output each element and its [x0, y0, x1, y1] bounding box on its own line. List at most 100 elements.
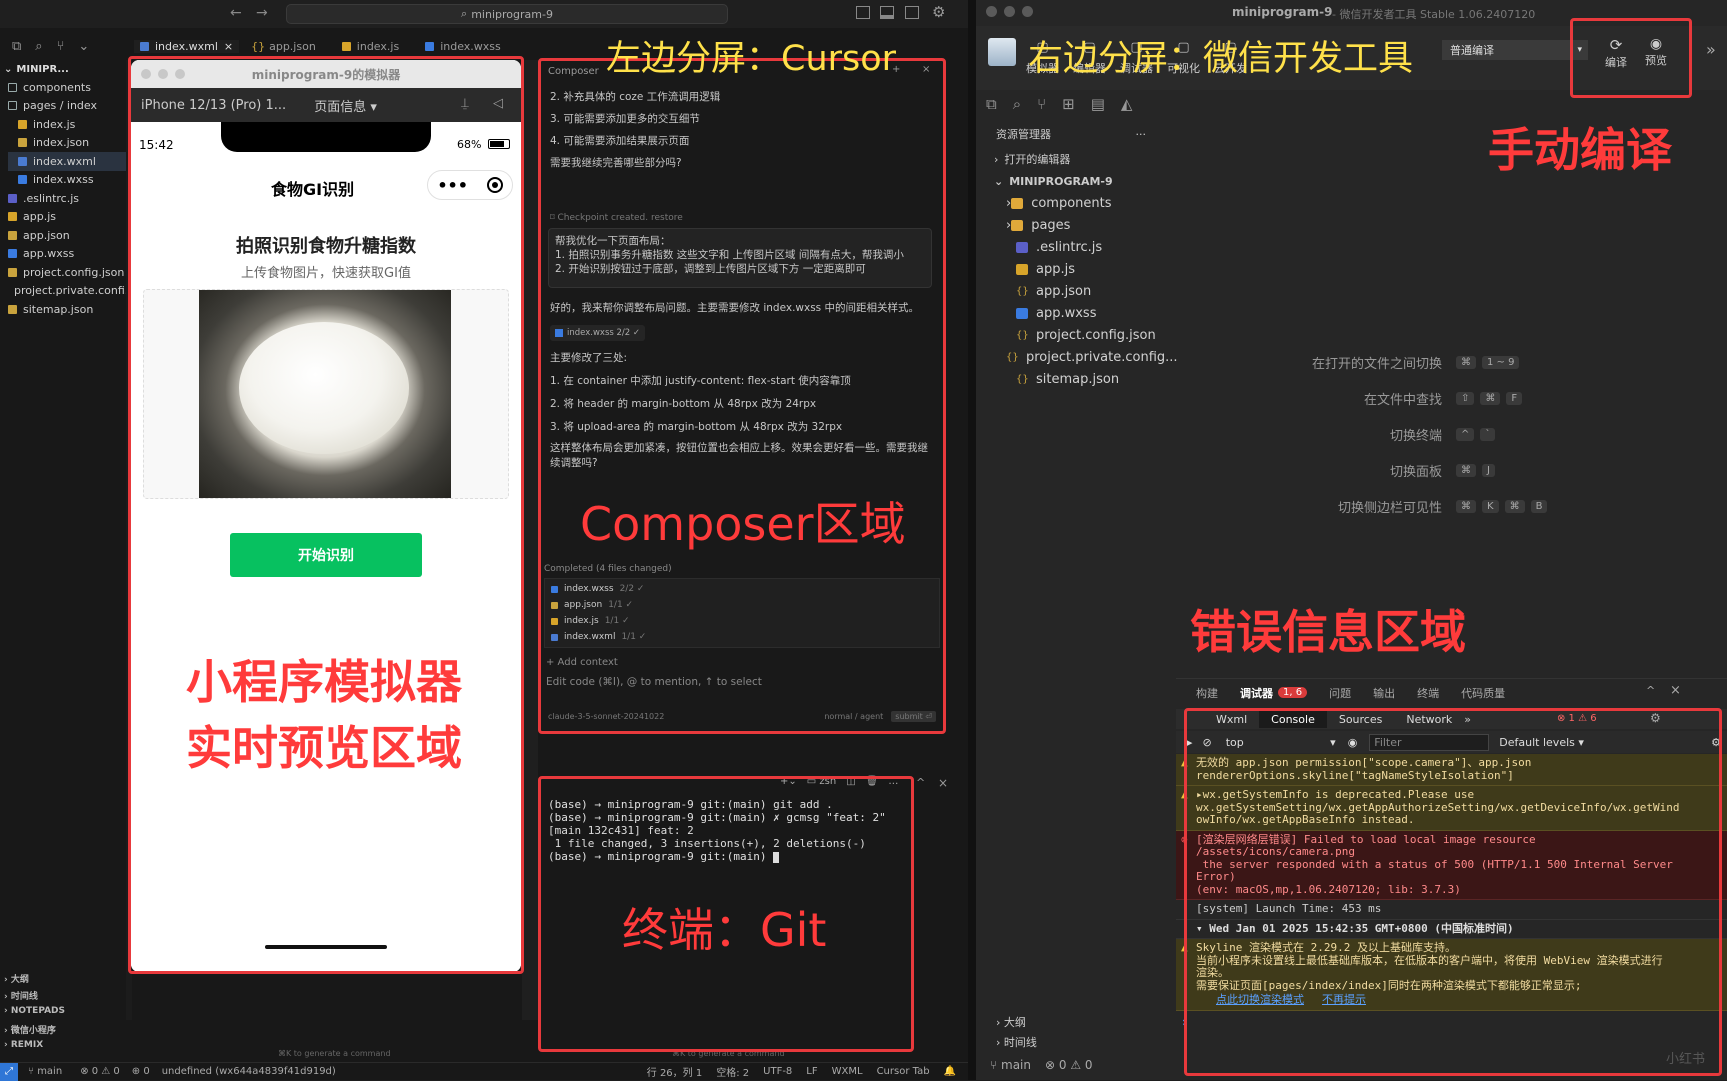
search-icon[interactable]: ⌕	[1013, 95, 1021, 113]
compile-mode-select[interactable]: 普通编译 ▾	[1442, 40, 1588, 60]
project-tree-item[interactable]: app.js	[1006, 258, 1176, 280]
project-tree-item[interactable]: {} app.json	[1006, 280, 1176, 302]
language-status[interactable]: WXML	[832, 1066, 863, 1077]
explorer-item[interactable]: project.config.json	[8, 263, 130, 282]
cursor-position[interactable]: 行 26，列 1	[647, 1064, 702, 1079]
explorer-item[interactable]: app.wxss	[8, 245, 130, 264]
explorer-section[interactable]: › NOTEPADS	[0, 1006, 130, 1023]
project-tree-item[interactable]: › pages	[1006, 214, 1176, 236]
project-section[interactable]: ⌄ MINIPROGRAM-9	[976, 170, 1176, 192]
explorer-item[interactable]: index.js	[8, 115, 130, 134]
bottom-tab[interactable]: 构建	[1196, 685, 1218, 701]
files-icon[interactable]: ⧉	[986, 95, 997, 113]
appid-status[interactable]: undefined (wx644a4839f41d919d)	[162, 1066, 336, 1077]
json-file-icon	[18, 138, 27, 148]
encoding-status[interactable]: UTF-8	[763, 1066, 792, 1077]
panel-maximize-icon[interactable]: ^	[1646, 684, 1655, 697]
explorer-item[interactable]: app.js	[8, 208, 130, 227]
indent-status[interactable]: 空格: 2	[716, 1064, 749, 1079]
explorer-item[interactable]: components	[8, 78, 130, 97]
project-tree-item[interactable]: › components	[1006, 192, 1176, 214]
chevron-down-icon[interactable]: ⌄	[78, 39, 89, 54]
panel-maximize-icon[interactable]: ^	[916, 776, 925, 789]
explorer-item[interactable]: sitemap.json	[8, 300, 130, 319]
explorer-item[interactable]: index.wxss	[8, 171, 130, 190]
eol-status[interactable]: LF	[806, 1066, 817, 1077]
problems-status[interactable]: ⊗ 0 ⚠ 0	[1045, 1058, 1093, 1072]
wxml-file-icon	[140, 41, 149, 51]
settings-gear-icon[interactable]: ⚙	[932, 3, 945, 21]
explorer-section[interactable]: › 时间线	[996, 1034, 1037, 1054]
shortcut-key: K	[1482, 499, 1499, 513]
branch-status[interactable]: ⑂ main	[28, 1066, 62, 1077]
project-tree-item[interactable]: {} project.config.json	[1006, 324, 1176, 346]
panel-close-icon[interactable]: ×	[938, 776, 948, 790]
explorer-root[interactable]: ⌄ MINIPR...	[0, 60, 130, 78]
source-control-icon[interactable]: ⑂	[1037, 95, 1046, 113]
files-icon[interactable]: ⧉	[12, 39, 21, 54]
docker-icon[interactable]: ◭	[1121, 95, 1133, 113]
panel-icon[interactable]	[880, 6, 894, 19]
remote-icon[interactable]: ⤢	[0, 1062, 18, 1081]
close-icon[interactable]: ×	[224, 40, 233, 53]
explorer-item-label: sitemap.json	[23, 302, 94, 316]
storage-icon[interactable]: ▤	[1091, 95, 1105, 113]
bottom-tab[interactable]: 终端	[1417, 685, 1439, 701]
bottom-tab[interactable]: 代码质量	[1461, 685, 1505, 701]
explorer-item-label: app.js	[23, 210, 56, 224]
explorer-item-label: index.json	[33, 136, 90, 150]
tab-index-wxss[interactable]: index.wxss	[425, 40, 501, 53]
split-divider[interactable]	[968, 0, 976, 1080]
tab-index-js[interactable]: index.js	[341, 40, 399, 53]
explorer-section[interactable]: › 时间线	[0, 989, 130, 1006]
window-max-dot[interactable]	[1022, 6, 1033, 17]
problems-status[interactable]: ⊗ 0 ⚠ 0	[80, 1066, 120, 1077]
explorer-item[interactable]: app.json	[8, 226, 130, 245]
window-min-dot[interactable]	[1004, 6, 1015, 17]
forward-arrow-icon[interactable]: →	[256, 5, 268, 21]
avatar[interactable]	[988, 38, 1016, 66]
bottom-tab[interactable]: 问题	[1329, 685, 1351, 701]
explorer-section-label: 大纲	[1003, 1016, 1026, 1029]
open-editors-section[interactable]: › 打开的编辑器	[976, 148, 1176, 170]
explorer-section[interactable]: › 大纲	[0, 972, 130, 989]
bell-icon[interactable]: 🔔	[944, 1066, 956, 1077]
cursor-titlebar: ← → ⌕ miniprogram-9 ⚙	[0, 0, 968, 28]
explorer-item[interactable]: .eslintrc.js	[8, 189, 130, 208]
ports-status[interactable]: ⊕ 0	[132, 1066, 150, 1077]
shortcut-row: 切换终端 ^ `	[1176, 416, 1596, 452]
eslint-file-icon	[1016, 241, 1028, 253]
bottom-tab[interactable]: 调试器	[1240, 685, 1273, 701]
window-close-dot[interactable]	[986, 6, 997, 17]
tab-index-wxml[interactable]: index.wxml ×	[134, 39, 240, 53]
project-tree-item[interactable]: app.wxss	[1006, 302, 1176, 324]
more-chevron-icon[interactable]: »	[1706, 40, 1716, 59]
project-tree-item[interactable]: {} sitemap.json	[1006, 368, 1176, 390]
branch-status[interactable]: ⑂ main	[990, 1058, 1031, 1072]
tab-app-json[interactable]: {} app.json	[251, 40, 316, 53]
search-icon[interactable]: ⌕	[35, 39, 42, 54]
json-file-icon: {}	[1016, 285, 1029, 297]
more-icon[interactable]: ···	[1136, 128, 1147, 141]
explorer-section[interactable]: › 大纲	[996, 1014, 1037, 1034]
project-tree-item[interactable]: {} project.private.config...	[1006, 346, 1178, 368]
command-center[interactable]: ⌕ miniprogram-9	[286, 4, 728, 24]
bottom-tab[interactable]: 输出	[1373, 685, 1395, 701]
panel-close-icon[interactable]: ×	[1670, 683, 1681, 698]
manual-compile-annotation: 手动编译	[1488, 123, 1672, 177]
explorer-section[interactable]: › 微信小程序	[0, 1023, 130, 1040]
source-control-icon[interactable]: ⑂	[57, 39, 65, 54]
project-tree-item[interactable]: .eslintrc.js	[1006, 236, 1176, 258]
shortcut-row: 在文件中查找 ⇧ ⌘ F	[1176, 380, 1596, 416]
layout-icon[interactable]	[856, 6, 870, 19]
extensions-icon[interactable]: ⊞	[1062, 95, 1075, 113]
json-file-icon: {}	[1016, 329, 1029, 341]
explorer-section[interactable]: › REMIX	[0, 1040, 130, 1057]
explorer-item[interactable]: index.wxml	[8, 152, 130, 171]
explorer-item[interactable]: index.json	[8, 134, 130, 153]
back-arrow-icon[interactable]: ←	[230, 5, 242, 21]
split-icon[interactable]	[905, 6, 919, 19]
explorer-item[interactable]: pages / index	[8, 97, 130, 116]
cursor-tab-status[interactable]: Cursor Tab	[877, 1066, 930, 1077]
explorer-item[interactable]: project.private.confi...	[8, 282, 135, 301]
